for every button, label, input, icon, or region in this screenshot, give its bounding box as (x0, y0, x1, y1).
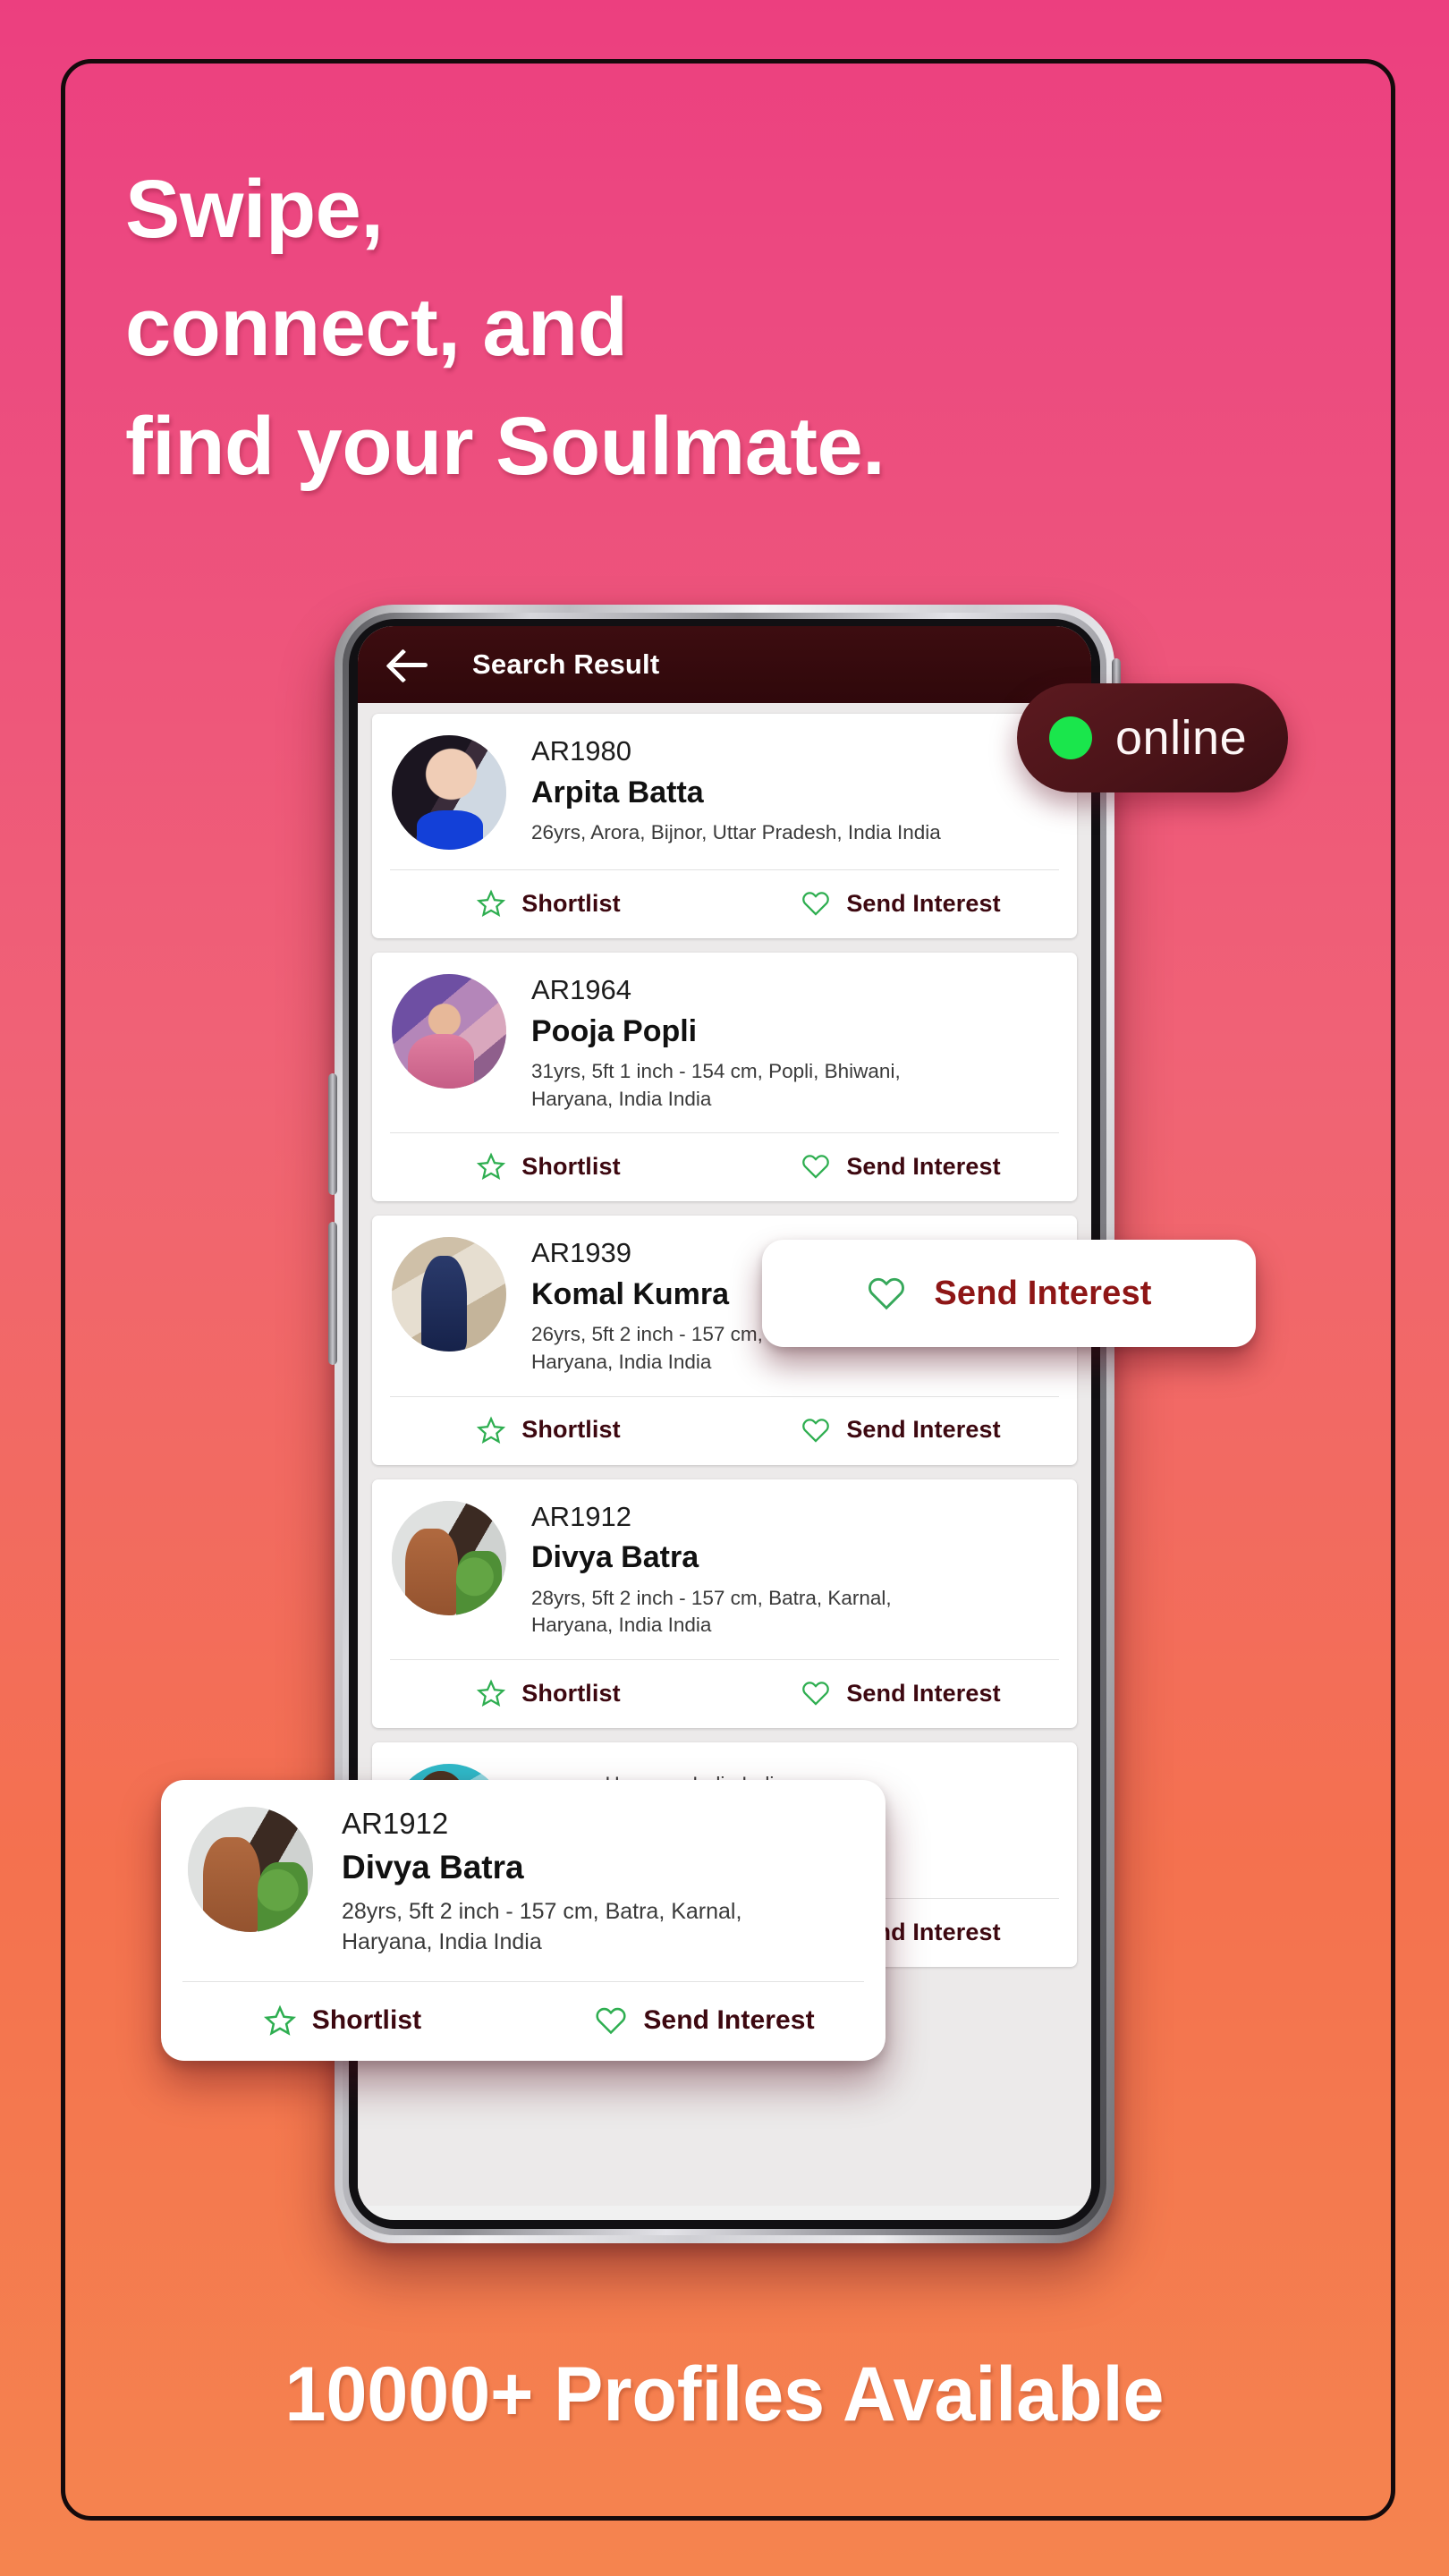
app-bar: Search Result (358, 626, 1091, 703)
profile-card[interactable]: AR1912 Divya Batra 28yrs, 5ft 2 inch - 1… (372, 1479, 1077, 1729)
star-outline-icon (477, 889, 506, 918)
heart-outline-icon (802, 1155, 830, 1180)
send-interest-label: Send Interest (846, 1679, 1001, 1707)
volume-up-button[interactable] (328, 1073, 337, 1195)
profile-id: AR1964 (531, 974, 632, 1005)
star-outline-icon (263, 2004, 296, 2036)
profile-info: AR1912 Divya Batra 28yrs, 5ft 2 inch - 1… (342, 1807, 816, 1958)
online-label: online (1115, 711, 1248, 765)
status-badge-online: online (1017, 683, 1289, 792)
shortlist-button[interactable]: Shortlist (372, 888, 724, 919)
star-outline-icon (477, 1152, 506, 1181)
send-interest-button[interactable]: Send Interest (724, 1678, 1077, 1708)
profile-details: 26yrs, Arora, Bijnor, Uttar Pradesh, Ind… (531, 820, 941, 843)
profile-info: AR1964 Pooja Popli 31yrs, 5ft 1 inch - 1… (531, 974, 952, 1113)
profile-card-body: AR1980 Arpita Batta 26yrs, Arora, Bijnor… (372, 714, 1077, 869)
shortlist-label: Shortlist (521, 889, 621, 917)
avatar (392, 1500, 506, 1615)
send-interest-button[interactable]: Send Interest (724, 888, 1077, 919)
profile-info: AR1980 Arpita Batta 26yrs, Arora, Bijnor… (531, 735, 941, 850)
star-outline-icon (477, 1679, 506, 1707)
profile-name: Divya Batra (342, 1848, 524, 1885)
card-actions: Shortlist Send Interest (372, 1660, 1077, 1728)
floating-send-interest-label: Send Interest (934, 1274, 1152, 1312)
heart-outline-icon (596, 2007, 626, 2034)
profile-card-body: AR1912 Divya Batra 28yrs, 5ft 2 inch - 1… (372, 1479, 1077, 1659)
volume-down-button[interactable] (328, 1222, 337, 1365)
send-interest-label: Send Interest (643, 2004, 815, 2035)
profile-details: 28yrs, 5ft 2 inch - 157 cm, Batra, Karna… (531, 1586, 892, 1637)
send-interest-label: Send Interest (846, 1152, 1001, 1180)
profile-details: 31yrs, 5ft 1 inch - 154 cm, Popli, Bhiwa… (531, 1059, 901, 1110)
shortlist-button[interactable]: Shortlist (372, 1678, 724, 1708)
online-dot-icon (1049, 716, 1092, 759)
profile-details: 28yrs, 5ft 2 inch - 157 cm, Batra, Karna… (342, 1899, 742, 1955)
card-actions: Shortlist Send Interest (372, 870, 1077, 938)
avatar (392, 1237, 506, 1352)
profile-card-body: AR1964 Pooja Popli 31yrs, 5ft 1 inch - 1… (372, 953, 1077, 1132)
profile-id: AR1912 (531, 1500, 632, 1532)
shortlist-label: Shortlist (311, 2004, 422, 2035)
headline-line-1: Swipe, (125, 164, 384, 255)
send-interest-label: Send Interest (846, 889, 1001, 917)
profile-name: Arpita Batta (531, 775, 704, 809)
profile-card[interactable]: AR1964 Pooja Popli 31yrs, 5ft 1 inch - 1… (372, 953, 1077, 1202)
headline: Swipe, connect, and find your Soulmate. (125, 150, 1288, 505)
heart-outline-icon (869, 1277, 905, 1310)
heart-outline-icon (802, 1419, 830, 1443)
back-arrow-icon[interactable] (388, 647, 435, 682)
shortlist-button[interactable]: Shortlist (161, 2004, 523, 2038)
send-interest-button[interactable]: Send Interest (724, 1151, 1077, 1182)
profile-id: AR1912 (342, 1807, 449, 1840)
bottom-tagline: 10000+ Profiles Available (284, 2351, 1165, 2437)
profile-name: Divya Batra (531, 1540, 699, 1575)
send-interest-button[interactable]: Send Interest (523, 2004, 886, 2038)
star-outline-icon (477, 1416, 506, 1444)
shortlist-label: Shortlist (521, 1679, 621, 1707)
avatar (392, 974, 506, 1089)
profile-name: Pooja Popli (531, 1013, 698, 1048)
shortlist-label: Shortlist (521, 1416, 621, 1444)
profile-info: AR1912 Divya Batra 28yrs, 5ft 2 inch - 1… (531, 1501, 952, 1640)
card-actions: Shortlist Send Interest (372, 1397, 1077, 1465)
app-bar-title: Search Result (472, 648, 660, 680)
profile-card-body: AR1912 Divya Batra 28yrs, 5ft 2 inch - 1… (161, 1780, 886, 1981)
heart-outline-icon (802, 1682, 830, 1706)
card-actions: Shortlist Send Interest (372, 1133, 1077, 1201)
shortlist-button[interactable]: Shortlist (372, 1151, 724, 1182)
floating-send-interest-button[interactable]: Send Interest (762, 1240, 1256, 1347)
promo-poster: Swipe, connect, and find your Soulmate. … (0, 0, 1449, 2576)
floating-profile-card[interactable]: AR1912 Divya Batra 28yrs, 5ft 2 inch - 1… (161, 1780, 886, 2061)
heart-outline-icon (802, 892, 830, 916)
avatar (188, 1807, 313, 1932)
profile-id: AR1980 (531, 735, 632, 767)
avatar (392, 735, 506, 850)
send-interest-label: Send Interest (846, 1416, 1001, 1444)
card-actions: Shortlist Send Interest (161, 1982, 886, 2061)
profile-card[interactable]: AR1980 Arpita Batta 26yrs, Arora, Bijnor… (372, 714, 1077, 938)
shortlist-label: Shortlist (521, 1152, 621, 1180)
headline-line-2: connect, and (125, 282, 628, 374)
shortlist-button[interactable]: Shortlist (372, 1415, 724, 1445)
headline-line-3: find your Soulmate. (125, 400, 886, 492)
send-interest-button[interactable]: Send Interest (724, 1415, 1077, 1445)
